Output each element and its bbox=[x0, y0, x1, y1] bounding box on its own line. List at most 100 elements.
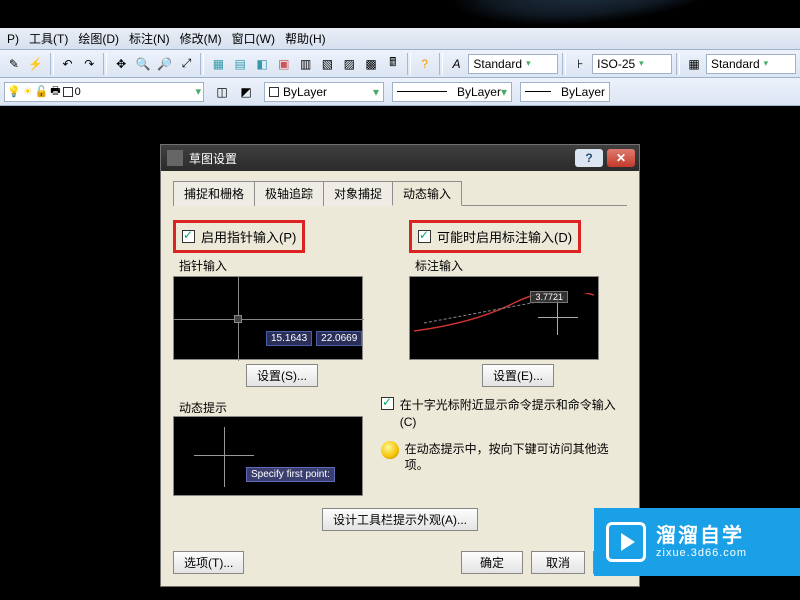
lightning-icon[interactable]: ⚡ bbox=[26, 54, 46, 74]
coord-y-readout: 22.0669 bbox=[316, 331, 362, 346]
menu-bar: P) 工具(T) 绘图(D) 标注(N) 修改(M) 窗口(W) 帮助(H) bbox=[0, 28, 800, 50]
help-icon[interactable]: ? bbox=[415, 54, 435, 74]
prompt-tooltip: Specify first point: bbox=[246, 467, 335, 482]
textstyle-icon[interactable]: A bbox=[447, 54, 467, 74]
help-button[interactable]: ? bbox=[575, 149, 603, 167]
text-style-value: Standard bbox=[473, 57, 522, 71]
color-swatch bbox=[269, 87, 279, 97]
cancel-button[interactable]: 取消 bbox=[531, 551, 585, 574]
dialog-title: 草图设置 bbox=[189, 150, 571, 167]
coord-x-readout: 15.1643 bbox=[266, 331, 312, 346]
toolbar-layers: 💡 ☀ 🔓 🖶 0 ▾ ◫ ◩ ByLayer ▾ ByLayer ▾ ByLa… bbox=[0, 78, 800, 106]
play-icon bbox=[606, 522, 646, 562]
sun-icon: ☀ bbox=[23, 85, 33, 98]
linetype-combo[interactable]: ByLayer ▾ bbox=[392, 82, 512, 102]
drafting-settings-dialog: 草图设置 ? ✕ 捕捉和栅格 极轴追踪 对象捕捉 动态输入 启用指针输入(P) … bbox=[160, 144, 640, 587]
lock-icon: 🔓 bbox=[35, 85, 49, 98]
chevron-down-icon: ▾ bbox=[639, 58, 649, 69]
zoom-in-icon[interactable]: 🔍 bbox=[133, 54, 153, 74]
zoom-out-icon[interactable]: 🔎 bbox=[155, 54, 175, 74]
layer-combo[interactable]: 💡 ☀ 🔓 🖶 0 ▾ bbox=[4, 82, 204, 102]
menu-item[interactable]: 工具(T) bbox=[24, 28, 73, 50]
tooltip-appearance-button[interactable]: 设计工具栏提示外观(A)... bbox=[322, 508, 478, 531]
bulb-icon bbox=[381, 441, 399, 459]
pointer-input-group: 启用指针输入(P) 指针输入 15.1643 22.0669 设置(S)... bbox=[173, 220, 391, 387]
enable-pointer-input-label: 启用指针输入(P) bbox=[201, 227, 296, 246]
group-label: 指针输入 bbox=[173, 257, 391, 274]
dimension-input-preview: 3.7721 bbox=[409, 276, 599, 360]
menu-item[interactable]: P) bbox=[2, 28, 24, 50]
toolbar-main: ✎ ⚡ ↶ ↷ ✥ 🔍 🔎 ⤢ ▦ ▤ ◧ ▣ ▥ ▧ ▨ ▩ 🖩 ? A St… bbox=[0, 50, 800, 78]
chevron-down-icon: ▾ bbox=[373, 85, 379, 99]
tool-icon[interactable]: ▨ bbox=[339, 54, 359, 74]
tool-icon[interactable]: ▧ bbox=[318, 54, 338, 74]
tool-icon[interactable]: ▣ bbox=[274, 54, 294, 74]
menu-item[interactable]: 窗口(W) bbox=[227, 28, 280, 50]
tool-icon[interactable]: ▩ bbox=[361, 54, 381, 74]
chevron-down-icon: ▾ bbox=[501, 85, 507, 99]
table-style-value: Standard bbox=[711, 57, 760, 71]
bulb-icon: 💡 bbox=[7, 85, 21, 98]
dynamic-prompt-group: 动态提示 Specify first point: bbox=[173, 395, 363, 496]
layer-tool-icon[interactable]: ◫ bbox=[212, 82, 232, 102]
color-swatch bbox=[63, 87, 73, 97]
dim-style-combo[interactable]: ISO-25 ▾ bbox=[592, 54, 672, 74]
calc-icon[interactable]: 🖩 bbox=[383, 54, 403, 74]
hint-text: 在动态提示中，按向下键可访问其他选项。 bbox=[405, 441, 627, 475]
menu-item[interactable]: 帮助(H) bbox=[280, 28, 331, 50]
wand-icon[interactable]: ✎ bbox=[4, 54, 24, 74]
pan-icon[interactable]: ✥ bbox=[111, 54, 131, 74]
ok-button[interactable]: 确定 bbox=[461, 551, 523, 574]
tab-osnap[interactable]: 对象捕捉 bbox=[323, 181, 393, 206]
pointer-input-preview: 15.1643 22.0669 bbox=[173, 276, 363, 360]
tab-dynamic-input[interactable]: 动态输入 bbox=[392, 181, 462, 206]
tool-icon[interactable]: ▦ bbox=[208, 54, 228, 74]
tab-strip: 捕捉和栅格 极轴追踪 对象捕捉 动态输入 bbox=[173, 181, 627, 206]
dimstyle-icon[interactable]: ⊦ bbox=[570, 54, 590, 74]
highlight-box: 可能时启用标注输入(D) bbox=[409, 220, 581, 253]
plot-icon: 🖶 bbox=[50, 82, 60, 101]
table-style-combo[interactable]: Standard ▾ bbox=[706, 54, 796, 74]
enable-pointer-input-checkbox[interactable] bbox=[182, 230, 195, 243]
lineweight-combo[interactable]: ByLayer bbox=[520, 82, 610, 102]
dimension-input-group: 可能时启用标注输入(D) 标注输入 3.7721 设置(E)... bbox=[409, 220, 627, 387]
dialog-icon bbox=[167, 150, 183, 166]
zoom-extents-icon[interactable]: ⤢ bbox=[177, 54, 197, 74]
menu-item[interactable]: 标注(N) bbox=[124, 28, 175, 50]
menu-item[interactable]: 绘图(D) bbox=[73, 28, 124, 50]
options-button[interactable]: 选项(T)... bbox=[173, 551, 244, 574]
dimension-input-settings-button[interactable]: 设置(E)... bbox=[482, 364, 554, 387]
chevron-down-icon: ▾ bbox=[526, 58, 536, 69]
tab-polar[interactable]: 极轴追踪 bbox=[254, 181, 324, 206]
layer-tool-icon[interactable]: ◩ bbox=[236, 82, 256, 102]
group-label: 标注输入 bbox=[409, 257, 627, 274]
chevron-down-icon: ▾ bbox=[195, 85, 201, 98]
title-bar[interactable]: 草图设置 ? ✕ bbox=[161, 145, 639, 171]
tool-icon[interactable]: ▥ bbox=[296, 54, 316, 74]
tab-snap-grid[interactable]: 捕捉和栅格 bbox=[173, 181, 255, 206]
redo-icon[interactable]: ↷ bbox=[79, 54, 99, 74]
linetype-value: ByLayer bbox=[457, 85, 501, 99]
dynamic-prompt-preview: Specify first point: bbox=[173, 416, 363, 496]
tool-icon[interactable]: ▤ bbox=[230, 54, 250, 74]
show-prompt-checkbox[interactable] bbox=[381, 397, 394, 410]
chevron-down-icon: ▾ bbox=[764, 58, 774, 69]
enable-dimension-input-checkbox[interactable] bbox=[418, 230, 431, 243]
color-value: ByLayer bbox=[283, 85, 327, 99]
close-button[interactable]: ✕ bbox=[607, 149, 635, 167]
tool-icon[interactable]: ◧ bbox=[252, 54, 272, 74]
undo-icon[interactable]: ↶ bbox=[58, 54, 78, 74]
text-style-combo[interactable]: Standard ▾ bbox=[468, 54, 558, 74]
watermark-logo: 溜溜自学 zixue.3d66.com bbox=[594, 508, 800, 576]
pointer-input-settings-button[interactable]: 设置(S)... bbox=[246, 364, 318, 387]
watermark-domain: zixue.3d66.com bbox=[656, 547, 747, 559]
lineweight-value: ByLayer bbox=[561, 85, 605, 99]
watermark-brand: 溜溜自学 bbox=[656, 525, 747, 547]
color-combo[interactable]: ByLayer ▾ bbox=[264, 82, 384, 102]
group-label: 动态提示 bbox=[173, 399, 363, 416]
highlight-box: 启用指针输入(P) bbox=[173, 220, 305, 253]
tablestyle-icon[interactable]: ▦ bbox=[684, 54, 704, 74]
menu-item[interactable]: 修改(M) bbox=[175, 28, 227, 50]
dim-style-value: ISO-25 bbox=[597, 57, 635, 71]
enable-dimension-input-label: 可能时启用标注输入(D) bbox=[437, 227, 572, 246]
